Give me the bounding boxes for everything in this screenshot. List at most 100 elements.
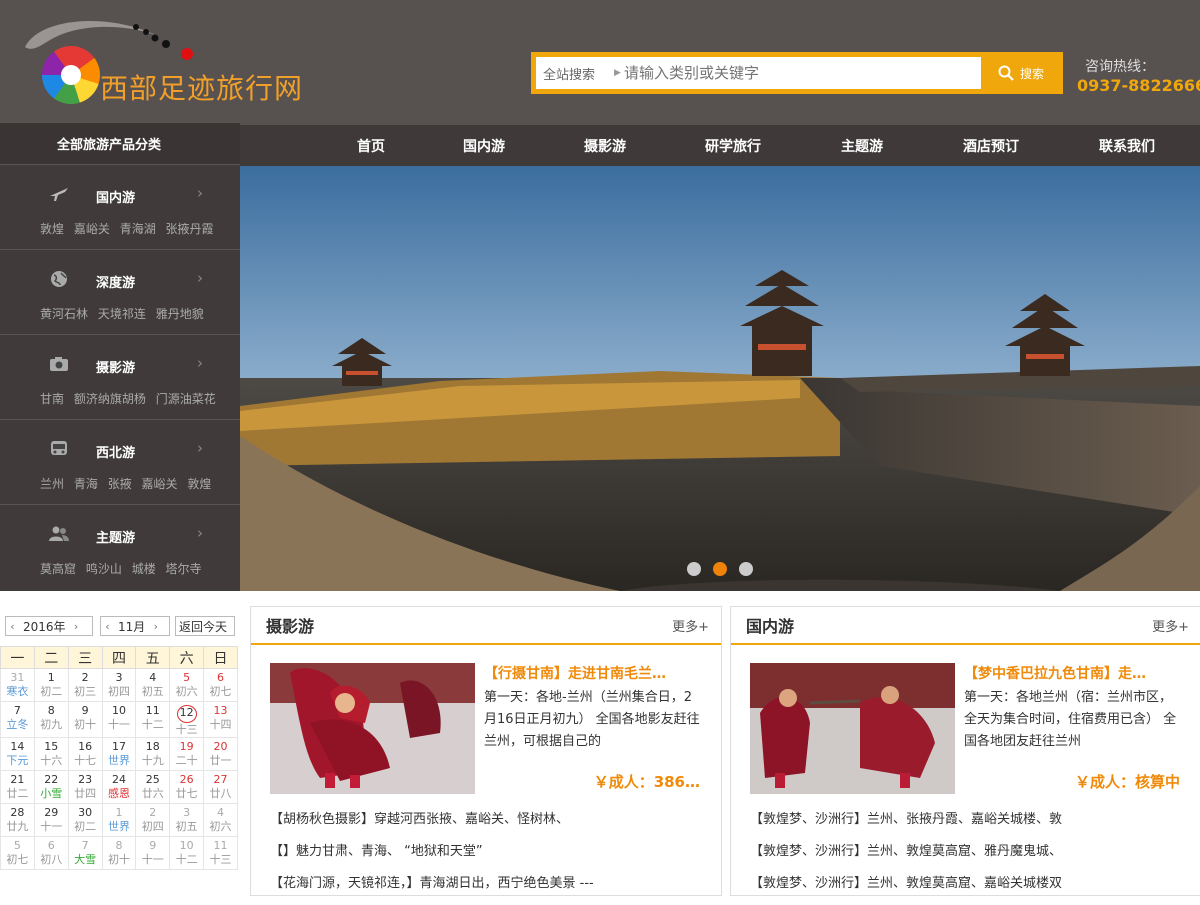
back-to-today-button[interactable]: 返回今天 [175,616,235,636]
category-link[interactable]: 甘南 [40,392,64,406]
calendar-day[interactable]: 18 十九 [135,737,171,771]
category-link[interactable]: 鸣沙山 [86,562,122,576]
category-northwest[interactable]: 西北游 › 兰州 青海 张掖 嘉峪关 敦煌 [0,419,240,504]
category-domestic[interactable]: 国内游 › 敦煌 嘉峪关 青海湖 张掖丹霞 [0,164,240,249]
category-link[interactable]: 张掖丹霞 [166,222,214,236]
calendar-day[interactable]: 19 二十 [169,737,205,771]
category-link[interactable]: 额济纳旗胡杨 [74,392,146,406]
calendar-day[interactable]: 1 世界 [101,803,137,837]
calendar-day[interactable]: 4 初六 [203,803,238,837]
nav-item-photo[interactable]: 摄影游 [555,125,655,166]
featured-tour-image[interactable] [270,663,475,794]
calendar-day[interactable]: 9 十一 [135,836,171,870]
calendar-day[interactable]: 8 初九 [33,701,69,738]
calendar-day[interactable]: 21 廿二 [0,770,35,804]
search-input[interactable] [624,59,974,87]
category-link[interactable]: 门源油菜花 [156,392,216,406]
tour-list-item[interactable]: 【敦煌梦、沙洲行】兰州、敦煌莫高窟、雅丹魔鬼城、 [750,841,1190,873]
tour-list-item[interactable]: 【胡杨秋色摄影】穿越河西张掖、嘉峪关、怪树林、 [270,809,710,841]
category-link[interactable]: 青海湖 [120,222,156,236]
calendar-day[interactable]: 10 十一 [101,701,137,738]
calendar-day[interactable]: 25 廿六 [135,770,171,804]
category-link[interactable]: 嘉峪关 [142,477,178,491]
category-link[interactable]: 黄河石林 [40,307,88,321]
calendar-day[interactable]: 16 十七 [67,737,103,771]
nav-item-home[interactable]: 首页 [321,125,421,166]
calendar-day[interactable]: 3 初五 [169,803,205,837]
tour-list-item[interactable]: 【】魅力甘肃、青海、 “地狱和天堂” [270,841,710,873]
nav-item-hotel[interactable]: 酒店预订 [941,125,1041,166]
category-link[interactable]: 兰州 [40,477,64,491]
calendar-day[interactable]: 31 寒衣 [0,668,35,702]
calendar-day[interactable]: 11 十三 [203,836,238,870]
calendar-day[interactable]: 10 十二 [169,836,205,870]
tour-list-item[interactable]: 【敦煌梦、沙洲行】兰州、张掖丹霞、嘉峪关城楼、敦 [750,809,1190,841]
calendar-day[interactable]: 14 下元 [0,737,35,771]
calendar-day[interactable]: 3 初四 [101,668,137,702]
calendar-day-today[interactable]: 12 十三 [169,701,205,738]
calendar-day[interactable]: 17 世界 [101,737,137,771]
nav-item-theme[interactable]: 主题游 [812,125,912,166]
nav-item-domestic[interactable]: 国内游 [434,125,534,166]
calendar-day[interactable]: 6 初八 [33,836,69,870]
calendar-day[interactable]: 28 廿九 [0,803,35,837]
banner-dot[interactable] [687,562,701,576]
chevron-right-icon[interactable]: › [149,620,162,633]
calendar-day[interactable]: 13 十四 [203,701,238,738]
calendar-day[interactable]: 8 初十 [101,836,137,870]
more-link[interactable]: 更多+ [1152,616,1189,635]
banner-dot[interactable] [739,562,753,576]
category-link[interactable]: 雅丹地貌 [156,307,204,321]
calendar-day[interactable]: 24 感恩 [101,770,137,804]
category-link[interactable]: 敦煌 [187,477,211,491]
more-link[interactable]: 更多+ [672,616,709,635]
calendar-day[interactable]: 5 初六 [169,668,205,702]
calendar-day[interactable]: 15 十六 [33,737,69,771]
category-link[interactable]: 青海 [74,477,98,491]
site-logo[interactable]: 西部足迹旅行网 [20,12,320,112]
calendar-day[interactable]: 27 廿八 [203,770,238,804]
banner-dot-active[interactable] [713,562,727,576]
hero-banner[interactable] [240,166,1200,591]
category-deep[interactable]: 深度游 › 黄河石林 天境祁连 雅丹地貌 [0,249,240,334]
calendar-day[interactable]: 6 初七 [203,668,238,702]
calendar-day[interactable]: 23 廿四 [67,770,103,804]
search-scope-select[interactable]: 全站搜索 [536,64,614,83]
calendar-day[interactable]: 22 小雪 [33,770,69,804]
calendar-day[interactable]: 29 十一 [33,803,69,837]
calendar-day[interactable]: 11 十二 [135,701,171,738]
category-link[interactable]: 城楼 [132,562,156,576]
tour-list-item[interactable]: 【花海门源，天镜祁连，】青海湖日出，西宁绝色美景 --- [270,873,710,905]
calendar-day[interactable]: 7 大雪 [67,836,103,870]
calendar-day[interactable]: 7 立冬 [0,701,35,738]
featured-tour-title[interactable]: 【行摄甘南】走进甘南毛兰… [484,663,700,683]
category-theme[interactable]: 主题游 › 莫高窟 鸣沙山 城楼 塔尔寺 [0,504,240,589]
category-photo[interactable]: 摄影游 › 甘南 额济纳旗胡杨 门源油菜花 [0,334,240,419]
calendar-day[interactable]: 26 廿七 [169,770,205,804]
calendar-day[interactable]: 20 廿一 [203,737,238,771]
search-button[interactable]: 搜索 [982,57,1060,89]
chevron-left-icon[interactable]: ‹ [6,620,19,633]
chevron-left-icon[interactable]: ‹ [101,620,114,633]
calendar-day[interactable]: 2 初三 [67,668,103,702]
nav-item-contact[interactable]: 联系我们 [1077,125,1177,166]
chevron-right-icon[interactable]: › [70,620,83,633]
category-link[interactable]: 天境祁连 [98,307,146,321]
category-link[interactable]: 张掖 [108,477,132,491]
category-link[interactable]: 莫高窟 [40,562,76,576]
category-link[interactable]: 敦煌 [40,222,64,236]
featured-tour-title[interactable]: 【梦中香巴拉九色甘南】走… [964,663,1180,683]
category-link[interactable]: 嘉峪关 [74,222,110,236]
month-selector[interactable]: ‹ 11月 › [100,616,170,636]
calendar-day[interactable]: 1 初二 [33,668,69,702]
calendar-day[interactable]: 30 初二 [67,803,103,837]
calendar-day[interactable]: 9 初十 [67,701,103,738]
calendar-day[interactable]: 2 初四 [135,803,171,837]
tour-list-item[interactable]: 【敦煌梦、沙洲行】兰州、敦煌莫高窟、嘉峪关城楼双 [750,873,1190,905]
category-link[interactable]: 塔尔寺 [166,562,202,576]
nav-item-study[interactable]: 研学旅行 [683,125,783,166]
calendar-day[interactable]: 4 初五 [135,668,171,702]
year-selector[interactable]: ‹ 2016年 › [5,616,93,636]
calendar-day[interactable]: 5 初七 [0,836,35,870]
featured-tour-image[interactable] [750,663,955,794]
